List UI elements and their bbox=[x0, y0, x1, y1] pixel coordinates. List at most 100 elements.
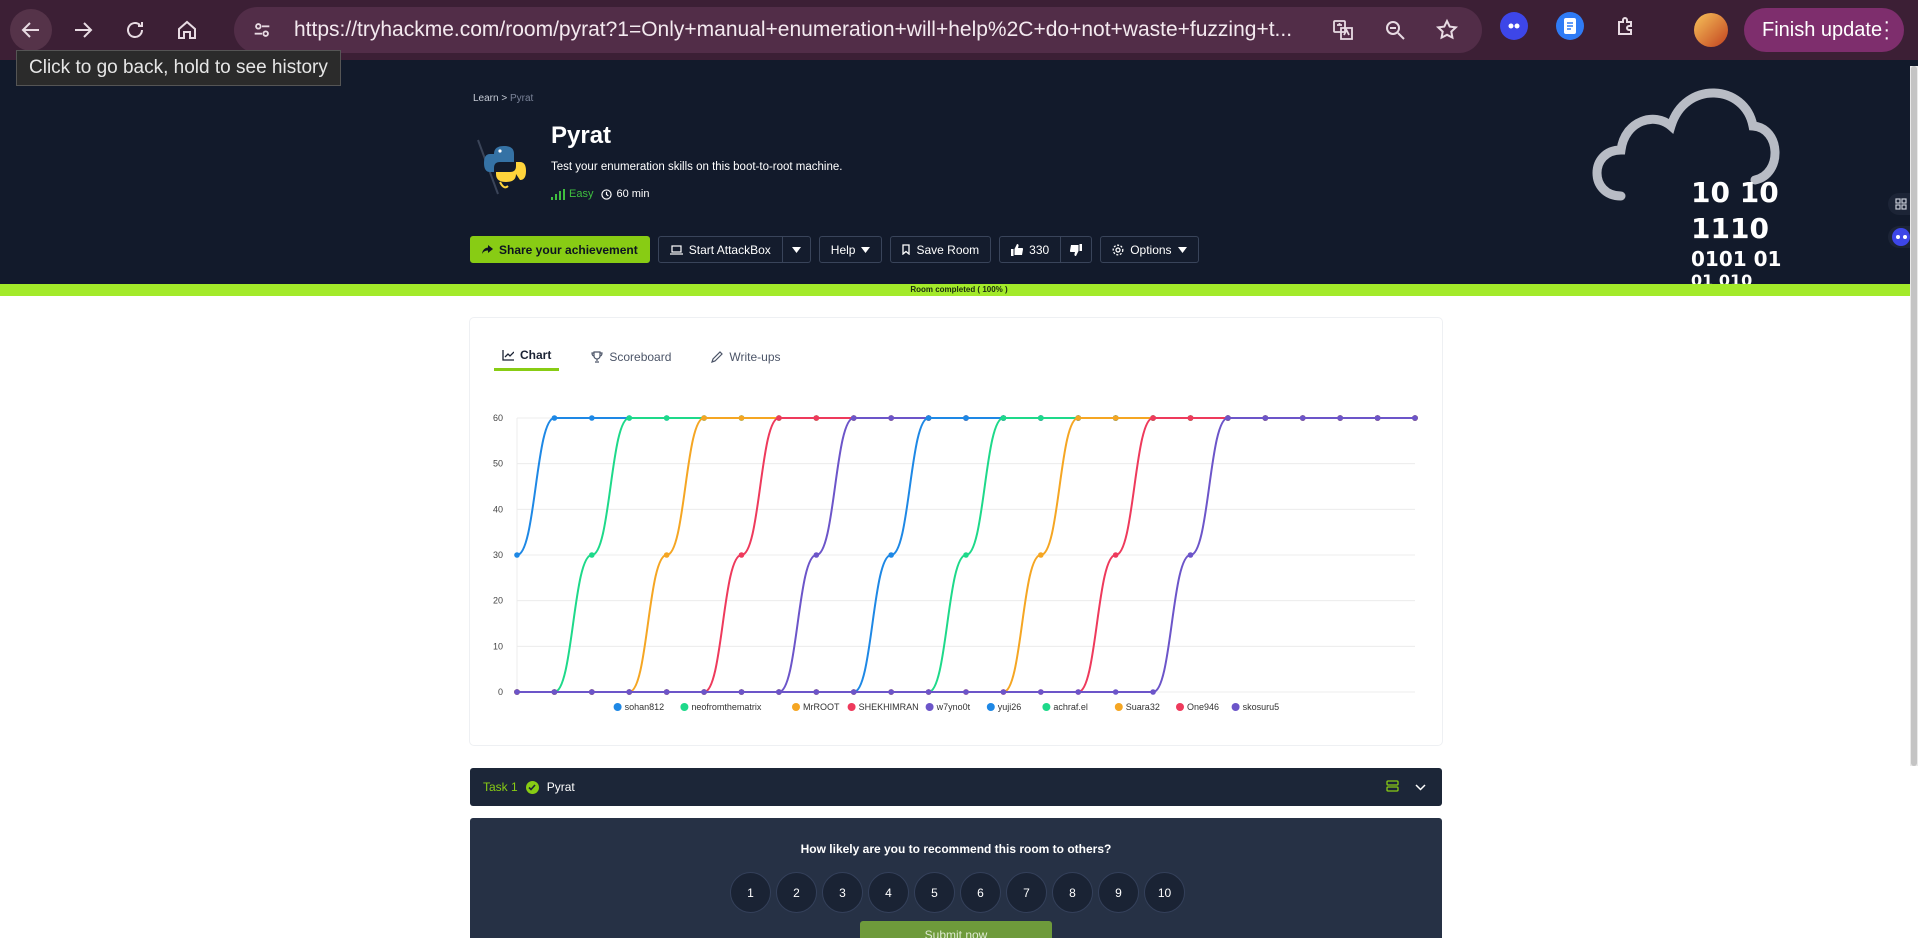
legend-marker bbox=[986, 703, 995, 711]
cloud-binary-art: 10 10 1110 0101 01 01 010 bbox=[1592, 88, 1781, 286]
data-point bbox=[1337, 415, 1343, 421]
forward-button[interactable] bbox=[62, 9, 104, 51]
data-point bbox=[776, 415, 782, 421]
data-point bbox=[551, 689, 558, 695]
data-point bbox=[738, 415, 745, 421]
rating-option-9[interactable]: 9 bbox=[1098, 872, 1139, 913]
task-1-header[interactable]: Task 1 Pyrat bbox=[470, 768, 1442, 806]
scrollbar-thumb[interactable] bbox=[1911, 66, 1917, 766]
binary-line-1: 10 10 bbox=[1691, 176, 1779, 209]
share-achievement-button[interactable]: Share your achievement bbox=[470, 236, 650, 263]
task-number: Task 1 bbox=[483, 780, 518, 794]
legend-label: Suara32 bbox=[1126, 702, 1160, 712]
legend-marker bbox=[1042, 703, 1051, 711]
legend-marker bbox=[847, 703, 856, 711]
vote-group: 330 bbox=[999, 236, 1093, 263]
breadcrumb: Learn > Pyrat bbox=[473, 93, 533, 104]
rating-option-6[interactable]: 6 bbox=[960, 872, 1001, 913]
finish-update-button[interactable]: Finish update · · · bbox=[1744, 8, 1904, 52]
data-point bbox=[1038, 415, 1044, 421]
options-button[interactable]: Options bbox=[1100, 236, 1199, 263]
translate-icon[interactable] bbox=[1328, 15, 1358, 45]
attackbox-group: Start AttackBox bbox=[657, 236, 811, 263]
page-scrollbar[interactable] bbox=[1910, 66, 1918, 766]
attackbox-label: Start AttackBox bbox=[688, 242, 771, 257]
reload-button[interactable] bbox=[114, 9, 156, 51]
data-point bbox=[1000, 689, 1007, 695]
rating-option-7[interactable]: 7 bbox=[1006, 872, 1047, 913]
task-title: Pyrat bbox=[546, 780, 575, 794]
help-button[interactable]: Help bbox=[818, 236, 883, 263]
room-header: Learn > Pyrat Pyrat Test your enumeratio… bbox=[0, 60, 1918, 286]
data-point bbox=[663, 552, 670, 558]
home-button[interactable] bbox=[166, 9, 208, 51]
extensions-puzzle-icon[interactable] bbox=[1612, 12, 1640, 40]
finish-update-label: Finish update bbox=[1762, 18, 1883, 41]
caret-down-icon bbox=[1177, 246, 1187, 253]
thumbs-down-icon bbox=[1070, 243, 1083, 256]
legend-label: MrROOT bbox=[803, 702, 840, 712]
legend-marker bbox=[680, 703, 689, 711]
data-point bbox=[925, 415, 932, 421]
breadcrumb-learn[interactable]: Learn bbox=[473, 93, 499, 104]
python-room-icon bbox=[477, 139, 526, 195]
caret-down-icon bbox=[861, 246, 871, 253]
caret-down-icon bbox=[791, 246, 801, 253]
legend-marker bbox=[1176, 703, 1184, 711]
back-button[interactable] bbox=[10, 9, 52, 51]
kebab-menu-icon[interactable]: · · · bbox=[1883, 12, 1890, 48]
data-point bbox=[589, 415, 595, 421]
zoom-icon[interactable] bbox=[1380, 15, 1410, 45]
rating-option-5[interactable]: 5 bbox=[914, 872, 955, 913]
rating-option-3[interactable]: 3 bbox=[822, 872, 863, 913]
reload-icon bbox=[127, 22, 143, 38]
data-point bbox=[551, 415, 558, 421]
rating-options: 1 2 3 4 5 6 7 8 9 10 bbox=[730, 872, 1185, 913]
like-count: 330 bbox=[1029, 242, 1050, 257]
address-bar[interactable]: https://tryhackme.com/room/pyrat?1=Only+… bbox=[234, 7, 1482, 53]
duration-label: 60 min bbox=[616, 188, 650, 200]
like-button[interactable]: 330 bbox=[999, 236, 1062, 263]
room-progress-bar: Room completed ( 100% ) bbox=[0, 284, 1918, 296]
share-icon bbox=[482, 244, 493, 254]
extension-bot-icon[interactable] bbox=[1500, 12, 1528, 40]
data-point bbox=[1000, 415, 1007, 421]
rating-option-2[interactable]: 2 bbox=[776, 872, 817, 913]
rating-option-4[interactable]: 4 bbox=[868, 872, 909, 913]
site-info-button[interactable] bbox=[244, 12, 280, 48]
data-point bbox=[888, 689, 894, 695]
data-point bbox=[963, 689, 969, 695]
data-point bbox=[963, 415, 969, 421]
start-attackbox-button[interactable]: Start AttackBox bbox=[657, 236, 783, 263]
task-list-icon[interactable] bbox=[1386, 780, 1399, 795]
data-point bbox=[701, 415, 707, 421]
extension-docs-icon[interactable] bbox=[1556, 12, 1584, 40]
data-point bbox=[1187, 552, 1194, 558]
attackbox-dropdown-button[interactable] bbox=[782, 236, 811, 263]
url-text[interactable]: https://tryhackme.com/room/pyrat?1=Only+… bbox=[294, 18, 1324, 42]
bookmark-star-icon[interactable] bbox=[1432, 15, 1462, 45]
chevron-down-icon[interactable] bbox=[1415, 780, 1426, 795]
data-point bbox=[813, 552, 820, 558]
rating-option-10[interactable]: 10 bbox=[1144, 872, 1185, 913]
arrow-right-icon bbox=[75, 22, 93, 38]
data-point bbox=[1299, 415, 1306, 421]
y-tick-label: 0 bbox=[498, 687, 503, 697]
gear-icon bbox=[1112, 244, 1124, 255]
data-point bbox=[1075, 689, 1082, 695]
rating-option-1[interactable]: 1 bbox=[730, 872, 771, 913]
room-actions: Share your achievement Start AttackBox H… bbox=[470, 236, 1199, 263]
room-meta: Easy 60 min bbox=[551, 188, 650, 200]
completion-line-chart: 0 10 20 30 40 50 60 sohan812 neofromthematrix MrR… bbox=[493, 413, 1418, 712]
data-point bbox=[1112, 415, 1119, 421]
data-point bbox=[925, 689, 932, 695]
legend-marker bbox=[1114, 703, 1123, 711]
submit-rating-button[interactable]: Submit now bbox=[860, 921, 1052, 938]
profile-avatar[interactable] bbox=[1694, 13, 1728, 47]
save-room-button[interactable]: Save Room bbox=[890, 236, 992, 263]
rating-option-8[interactable]: 8 bbox=[1052, 872, 1093, 913]
data-point bbox=[776, 689, 782, 695]
dislike-button[interactable] bbox=[1061, 236, 1093, 263]
difficulty-badge: Easy bbox=[551, 188, 593, 200]
data-point bbox=[813, 415, 820, 421]
